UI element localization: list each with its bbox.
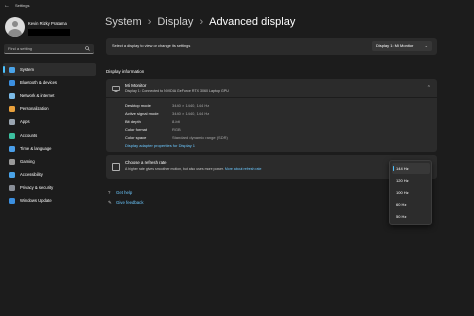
- refresh-rate-icon: [112, 163, 120, 171]
- display-information-card: Mi Monitor Display 1: Connected to NVIDI…: [106, 79, 437, 152]
- get-help-label: Get help: [116, 190, 133, 195]
- breadcrumb: System › Display › Advanced display: [105, 15, 295, 29]
- refresh-rate-option-60[interactable]: 60 Hz: [392, 199, 430, 210]
- sidebar-item-label: Privacy & security: [20, 185, 54, 191]
- refresh-rate-option-144[interactable]: 144 Hz: [392, 163, 430, 174]
- refresh-rate-description-text: A higher rate gives smoother motion, but…: [125, 167, 224, 171]
- sidebar-item-label: Apps: [20, 119, 30, 125]
- section-title-display-information: Display information: [106, 69, 145, 74]
- sidebar-item-label: System: [20, 66, 34, 72]
- display-information-header[interactable]: Mi Monitor Display 1: Connected to NVIDI…: [106, 79, 437, 98]
- info-key: Active signal mode: [125, 111, 159, 116]
- refresh-rate-description: A higher rate gives smoother motion, but…: [125, 167, 261, 172]
- user-name: Kevin Rizky Pratama: [28, 21, 67, 26]
- monitor-icon: [112, 86, 120, 92]
- brush-icon: [9, 106, 15, 113]
- info-value: 8-bit: [172, 119, 180, 124]
- sidebar-item-accessibility[interactable]: Accessibility: [3, 169, 96, 182]
- avatar-head-shape: [12, 21, 18, 27]
- more-about-refresh-rate-link[interactable]: More about refresh rate: [225, 167, 262, 171]
- search-input[interactable]: Find a setting: [4, 44, 94, 54]
- info-value: 3440 × 1440, 144 Hz: [172, 111, 210, 116]
- accessibility-icon: [9, 172, 15, 179]
- info-value: RGB: [172, 127, 181, 132]
- app-title: Settings: [15, 3, 30, 8]
- avatar-body-shape: [8, 29, 22, 37]
- sidebar-item-bluetooth[interactable]: Bluetooth & devices: [3, 76, 96, 89]
- sidebar-item-label: Network & internet: [20, 92, 55, 98]
- chevron-down-icon: ⌄: [424, 43, 428, 48]
- sidebar-item-label: Windows Update: [20, 198, 52, 204]
- monitor-icon: [9, 66, 15, 73]
- sidebar-item-label: Time & language: [20, 145, 52, 151]
- info-key: Bit depth: [125, 119, 141, 124]
- update-icon: [9, 198, 15, 205]
- display-select-card: Select a display to view or change its s…: [106, 38, 437, 55]
- breadcrumb-separator: ›: [147, 16, 152, 28]
- network-icon: [9, 92, 15, 99]
- refresh-rate-card: Choose a refresh rate A higher rate give…: [106, 155, 437, 179]
- back-button[interactable]: ←: [4, 2, 10, 10]
- display-select-dropdown[interactable]: Display 1: Mi Monitor ⌄: [372, 41, 432, 51]
- gamepad-icon: [9, 158, 15, 165]
- person-icon: [9, 132, 15, 139]
- feedback-icon: ✎: [108, 200, 112, 205]
- page-title: Advanced display: [209, 16, 296, 28]
- sidebar-item-label: Gaming: [20, 158, 35, 164]
- get-help-link[interactable]: ? Get help: [108, 190, 132, 196]
- info-key: Color format: [125, 127, 148, 132]
- display-select-label: Select a display to view or change its s…: [112, 43, 191, 48]
- option-label: 60 Hz: [396, 202, 407, 207]
- refresh-rate-option-100[interactable]: 100 Hz: [392, 187, 430, 198]
- give-feedback-link[interactable]: ✎ Give feedback: [108, 200, 143, 206]
- sidebar-item-network[interactable]: Network & internet: [3, 89, 96, 102]
- display-select-value: Display 1: Mi Monitor: [376, 43, 414, 48]
- info-value: Standard dynamic range (SDR): [172, 135, 228, 140]
- help-icon: ?: [108, 190, 111, 195]
- breadcrumb-system[interactable]: System: [105, 16, 142, 28]
- option-label: 120 Hz: [396, 178, 409, 183]
- redacted-email: [28, 29, 70, 36]
- info-value: 3440 × 1440, 144 Hz: [172, 103, 210, 108]
- sidebar-item-label: Accounts: [20, 132, 38, 138]
- refresh-rate-dropdown-menu: 144 Hz 120 Hz 100 Hz 60 Hz 50 Hz: [389, 160, 432, 225]
- sidebar-nav: System Bluetooth & devices Network & int…: [3, 63, 96, 208]
- sidebar-item-label: Accessibility: [20, 172, 43, 178]
- sidebar-item-windows-update[interactable]: Windows Update: [3, 195, 96, 208]
- sidebar-item-label: Personalization: [20, 106, 49, 112]
- sidebar-item-label: Bluetooth & devices: [20, 79, 58, 85]
- refresh-rate-option-120[interactable]: 120 Hz: [392, 175, 430, 186]
- sidebar-item-gaming[interactable]: Gaming: [3, 155, 96, 168]
- search-placeholder: Find a setting: [8, 46, 33, 51]
- sidebar-item-accounts[interactable]: Accounts: [3, 129, 96, 142]
- chevron-up-icon[interactable]: ⌃: [427, 85, 431, 91]
- sidebar-item-apps[interactable]: Apps: [3, 116, 96, 129]
- sidebar-item-personalization[interactable]: Personalization: [3, 103, 96, 116]
- breadcrumb-separator: ›: [199, 16, 204, 28]
- title-bar: ← Settings: [0, 0, 474, 12]
- sidebar-item-privacy-security[interactable]: Privacy & security: [3, 182, 96, 195]
- info-key: Desktop mode: [125, 103, 151, 108]
- breadcrumb-display[interactable]: Display: [157, 16, 193, 28]
- option-label: 50 Hz: [396, 214, 407, 219]
- give-feedback-label: Give feedback: [116, 200, 144, 205]
- sidebar-item-system[interactable]: System: [3, 63, 96, 77]
- bluetooth-icon: [9, 79, 15, 86]
- refresh-rate-option-50[interactable]: 50 Hz: [392, 211, 430, 222]
- globe-clock-icon: [9, 145, 15, 152]
- refresh-rate-title: Choose a refresh rate: [125, 160, 167, 165]
- option-label: 144 Hz: [396, 166, 409, 171]
- monitor-connection-subtitle: Display 1: Connected to NVIDIA GeForce R…: [125, 89, 229, 93]
- info-key: Color space: [125, 135, 147, 140]
- avatar[interactable]: [5, 17, 25, 37]
- shield-icon: [9, 185, 15, 192]
- option-label: 100 Hz: [396, 190, 409, 195]
- sidebar-item-time-language[interactable]: Time & language: [3, 142, 96, 155]
- display-adapter-properties-link[interactable]: Display adapter properties for Display 1: [125, 143, 195, 149]
- apps-icon: [9, 119, 15, 126]
- search-icon: [85, 46, 90, 51]
